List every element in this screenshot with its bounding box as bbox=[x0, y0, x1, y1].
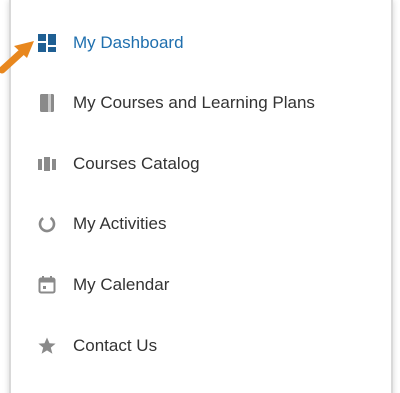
menu-item-courses-catalog[interactable]: Courses Catalog bbox=[11, 142, 391, 186]
menu-item-label: My Calendar bbox=[73, 275, 170, 294]
menu-item-label: Courses Catalog bbox=[73, 154, 200, 173]
book-icon bbox=[37, 93, 57, 113]
stage: My Dashboard My Courses and Learning Pla… bbox=[0, 0, 400, 393]
menu-item-label: My Activities bbox=[73, 214, 167, 233]
menu-item-label: Contact Us bbox=[73, 336, 158, 355]
activity-ring-icon bbox=[37, 214, 57, 234]
menu-item-contact-us[interactable]: Contact Us bbox=[11, 324, 391, 368]
menu-item-label: My Dashboard bbox=[73, 33, 184, 52]
star-icon bbox=[37, 336, 57, 356]
dashboard-icon bbox=[37, 33, 57, 53]
navigation-menu: My Dashboard My Courses and Learning Pla… bbox=[9, 0, 393, 393]
calendar-icon bbox=[37, 275, 57, 295]
menu-item-my-activities[interactable]: My Activities bbox=[11, 202, 391, 246]
menu-item-label: My Courses and Learning Plans bbox=[73, 93, 315, 112]
catalog-icon bbox=[37, 154, 57, 174]
pointer-arrow-icon bbox=[0, 41, 34, 74]
menu-item-my-calendar[interactable]: My Calendar bbox=[11, 263, 391, 307]
menu-item-my-courses-and-learning-plans[interactable]: My Courses and Learning Plans bbox=[11, 81, 391, 125]
menu-item-my-dashboard[interactable]: My Dashboard bbox=[11, 21, 391, 65]
